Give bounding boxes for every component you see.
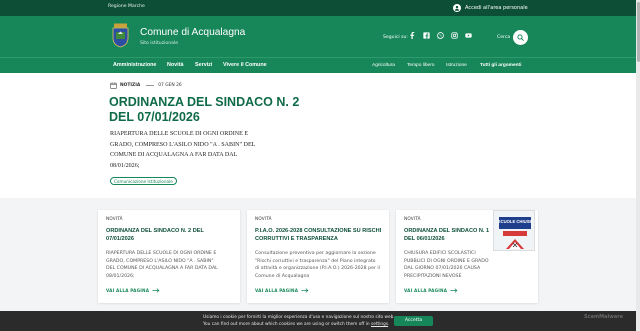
social-links [409, 32, 472, 39]
school-closed-image: SCUOLE CHIUSE [494, 211, 534, 250]
news-card[interactable]: NOVITÀ ORDINANZA DEL SINDACO N. 1 DEL 06… [396, 210, 538, 303]
nav-item-novita[interactable]: Novità [167, 62, 183, 68]
instagram-icon[interactable] [451, 32, 458, 39]
municipality-crest-icon[interactable] [111, 23, 130, 48]
region-link[interactable]: Regione Marche [108, 4, 145, 9]
card-more-link[interactable]: VAI ALLA PAGINA [255, 288, 309, 293]
nav-topic-istruzione[interactable]: Istruzione [446, 63, 467, 68]
top-bar: Regione Marche Accedi all'area personale [0, 0, 640, 16]
card-title[interactable]: P.I.A.O. 2026-2028 CONSULTAZIONE SU RISC… [255, 228, 383, 243]
card-category: NOVITÀ [255, 216, 272, 221]
nav-topic-tempo-libero[interactable]: Tempo libero [407, 63, 434, 68]
watermark-logo: ScamMalware [584, 314, 624, 320]
search-icon [517, 34, 524, 41]
youtube-icon[interactable] [465, 32, 472, 39]
whatsapp-icon[interactable] [437, 32, 444, 39]
nav-item-amministrazione[interactable]: Amministrazione [113, 62, 156, 68]
search-label: Cerca [497, 35, 511, 40]
cookie-settings-text: You can find out more about which cookie… [203, 322, 390, 327]
arrow-right-icon [450, 288, 458, 293]
card-text: CHIUSURA EDIFICI SCOLASTICI PUBBLICI DI … [404, 251, 489, 279]
more-label: VAI ALLA PAGINA [404, 288, 448, 293]
site-header: Comune di Acqualagna Sito istituzionale … [0, 16, 640, 57]
card-category: NOVITÀ [404, 216, 421, 221]
card-more-link[interactable]: VAI ALLA PAGINA [404, 288, 458, 293]
cookie-text: Usiamo i cookie per fornirti la miglior … [203, 315, 395, 320]
arrow-right-icon [152, 288, 160, 293]
login-label: Accedi all'area personale [465, 5, 528, 11]
article-description: RIAPERTURA DELLE SCUOLE DI OGNI ORDINE E… [110, 131, 256, 169]
arrow-right-icon [301, 288, 309, 293]
card-title[interactable]: ORDINANZA DEL SINDACO N. 2 DEL 07/01/202… [106, 228, 226, 243]
more-label: VAI ALLA PAGINA [255, 288, 299, 293]
nav-item-vivere-il-comune[interactable]: Vivere il Comune [223, 62, 267, 68]
site-title[interactable]: Comune di Acqualagna [140, 27, 245, 38]
facebook-icon[interactable] [409, 32, 416, 39]
accept-cookies-button[interactable]: Accetta [394, 316, 433, 326]
thumb-caption: SCUOLE CHIUSE [498, 219, 533, 224]
card-thumbnail[interactable]: SCUOLE CHIUSE [493, 210, 535, 251]
meta-divider [146, 85, 155, 86]
card-text: Consultazione preventiva per aggiornare … [255, 251, 381, 279]
card-text: RIAPERTURA DELLE SCUOLE DI OGNI ORDINE E… [106, 251, 218, 279]
page-scrollbar[interactable] [636, 0, 640, 331]
news-card[interactable]: NOVITÀ ORDINANZA DEL SINDACO N. 2 DEL 07… [98, 210, 240, 303]
article-type: NOTIZIA [120, 83, 141, 88]
article-date: 07 GEN 26 [158, 83, 182, 88]
user-icon [453, 4, 461, 12]
calendar-icon [110, 82, 117, 89]
search-button[interactable] [513, 30, 528, 45]
nav-item-servizi[interactable]: Servizi [195, 62, 212, 68]
login-link[interactable]: Accedi all'area personale [453, 3, 528, 13]
cookie-settings-link[interactable]: settings [371, 322, 388, 327]
follow-label: Seguici su: [383, 35, 408, 40]
card-title[interactable]: ORDINANZA DEL SINDACO N. 1 DEL 06/01/202… [404, 228, 490, 243]
cookie-settings-suffix: . [388, 322, 390, 327]
cookie-settings-prefix: You can find out more about which cookie… [203, 322, 371, 327]
nav-topic-agricoltura[interactable]: Agricoltura [372, 63, 395, 68]
news-card[interactable]: NOVITÀ P.I.A.O. 2026-2028 CONSULTAZIONE … [247, 210, 389, 303]
nav-all-topics[interactable]: Tutti gli argomenti [480, 63, 521, 68]
card-more-link[interactable]: VAI ALLA PAGINA [106, 288, 160, 293]
more-label: VAI ALLA PAGINA [106, 288, 150, 293]
cookie-banner: Usiamo i cookie per fornirti la miglior … [0, 311, 640, 331]
page-title: ORDINANZA DEL SINDACO N. 2 DEL 07/01/202… [109, 95, 300, 124]
topic-chip[interactable]: Comunicazione Istituzionale [110, 177, 177, 185]
card-category: NOVITÀ [106, 216, 123, 221]
main-navigation: Amministrazione Novità Servizi Vivere il… [0, 57, 640, 73]
site-subtitle: Sito istituzionale [140, 41, 179, 46]
article-meta: NOTIZIA 07 GEN 26 [110, 82, 182, 89]
scrollbar-thumb[interactable] [636, 2, 640, 62]
facebook-square-icon[interactable] [423, 32, 430, 39]
